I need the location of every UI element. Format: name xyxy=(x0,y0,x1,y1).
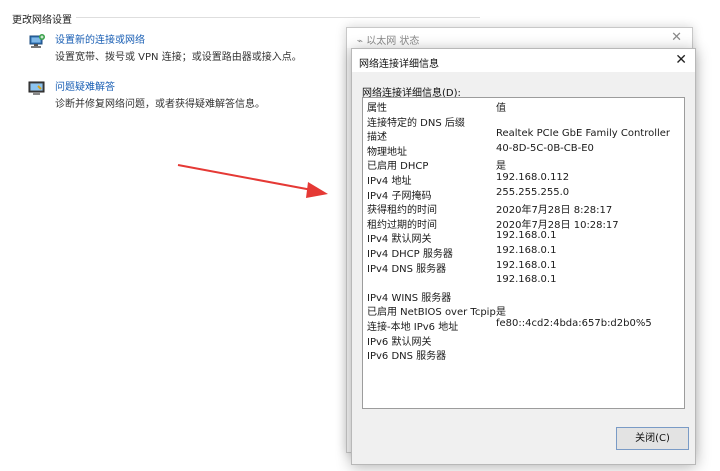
dialog-titlebar: 网络连接详细信息 ✕ xyxy=(352,49,695,72)
property-name: IPv4 地址 xyxy=(367,176,412,187)
property-value: fe80::4cd2:4bda:657b:d2b0%5 xyxy=(496,318,652,329)
property-name: 物理地址 xyxy=(367,146,407,158)
property-name: IPv4 子网掩码 xyxy=(367,190,432,202)
property-value: 192.168.0.1 xyxy=(496,274,557,286)
property-name: 获得租约的时间 xyxy=(367,205,437,217)
value-column-header: 值 xyxy=(496,103,506,114)
property-value: 2020年7月28日 8:28:17 xyxy=(496,205,613,217)
property-name: 连接特定的 DNS 后缀 xyxy=(367,117,465,129)
close-button[interactable]: 关闭(C) xyxy=(616,427,689,450)
property-name: 已启用 DHCP xyxy=(367,161,429,173)
property-name: IPv6 DNS 服务器 xyxy=(367,351,447,363)
network-details-dialog: 网络连接详细信息 ✕ 网络连接详细信息(D): 属性值连接特定的 DNS 后缀描… xyxy=(351,48,696,465)
property-name: 已启用 NetBIOS over Tcpip xyxy=(367,307,496,319)
property-value: Realtek PCIe GbE Family Controller xyxy=(496,128,671,140)
property-value: 是 xyxy=(496,307,506,319)
property-value: 2020年7月28日 10:28:17 xyxy=(496,219,619,231)
property-value: 192.168.0.1 xyxy=(496,259,557,271)
property-name: 描述 xyxy=(367,132,387,144)
close-icon[interactable]: ✕ xyxy=(671,30,682,45)
ethernet-icon: ⌁ xyxy=(357,36,364,47)
ethernet-status-title: ⌁ 以太网 状态 xyxy=(357,36,420,47)
property-name: 租约过期的时间 xyxy=(367,219,437,231)
dialog-close-icon[interactable]: ✕ xyxy=(675,52,687,68)
property-value: 40-8D-5C-0B-CB-E0 xyxy=(496,142,594,154)
details-list[interactable]: 属性 值连接特定的 DNS 后缀 描述 Realtek PCIe GbE Family… xyxy=(362,97,685,409)
property-value: 是 xyxy=(496,161,506,173)
property-name: IPv6 默认网关 xyxy=(367,336,432,348)
property-name: IPv4 默认网关 xyxy=(367,234,432,246)
property-name: IPv4 DNS 服务器 xyxy=(367,263,447,275)
property-value: 255.255.255.0 xyxy=(496,186,570,198)
property-value: 192.168.0.1 xyxy=(496,230,557,242)
property-column-header: 属性 xyxy=(367,103,387,114)
property-name: IPv4 WINS 服务器 xyxy=(367,292,452,304)
property-name: IPv4 DHCP 服务器 xyxy=(367,249,453,260)
property-value: 192.168.0.112 xyxy=(496,172,570,183)
ethernet-status-titlebar: ⌁ 以太网 状态 ✕ xyxy=(347,28,692,48)
dialog-title: 网络连接详细信息 xyxy=(359,59,439,70)
property-name: 连接-本地 IPv6 地址 xyxy=(367,322,459,333)
property-value: 192.168.0.1 xyxy=(496,245,557,256)
